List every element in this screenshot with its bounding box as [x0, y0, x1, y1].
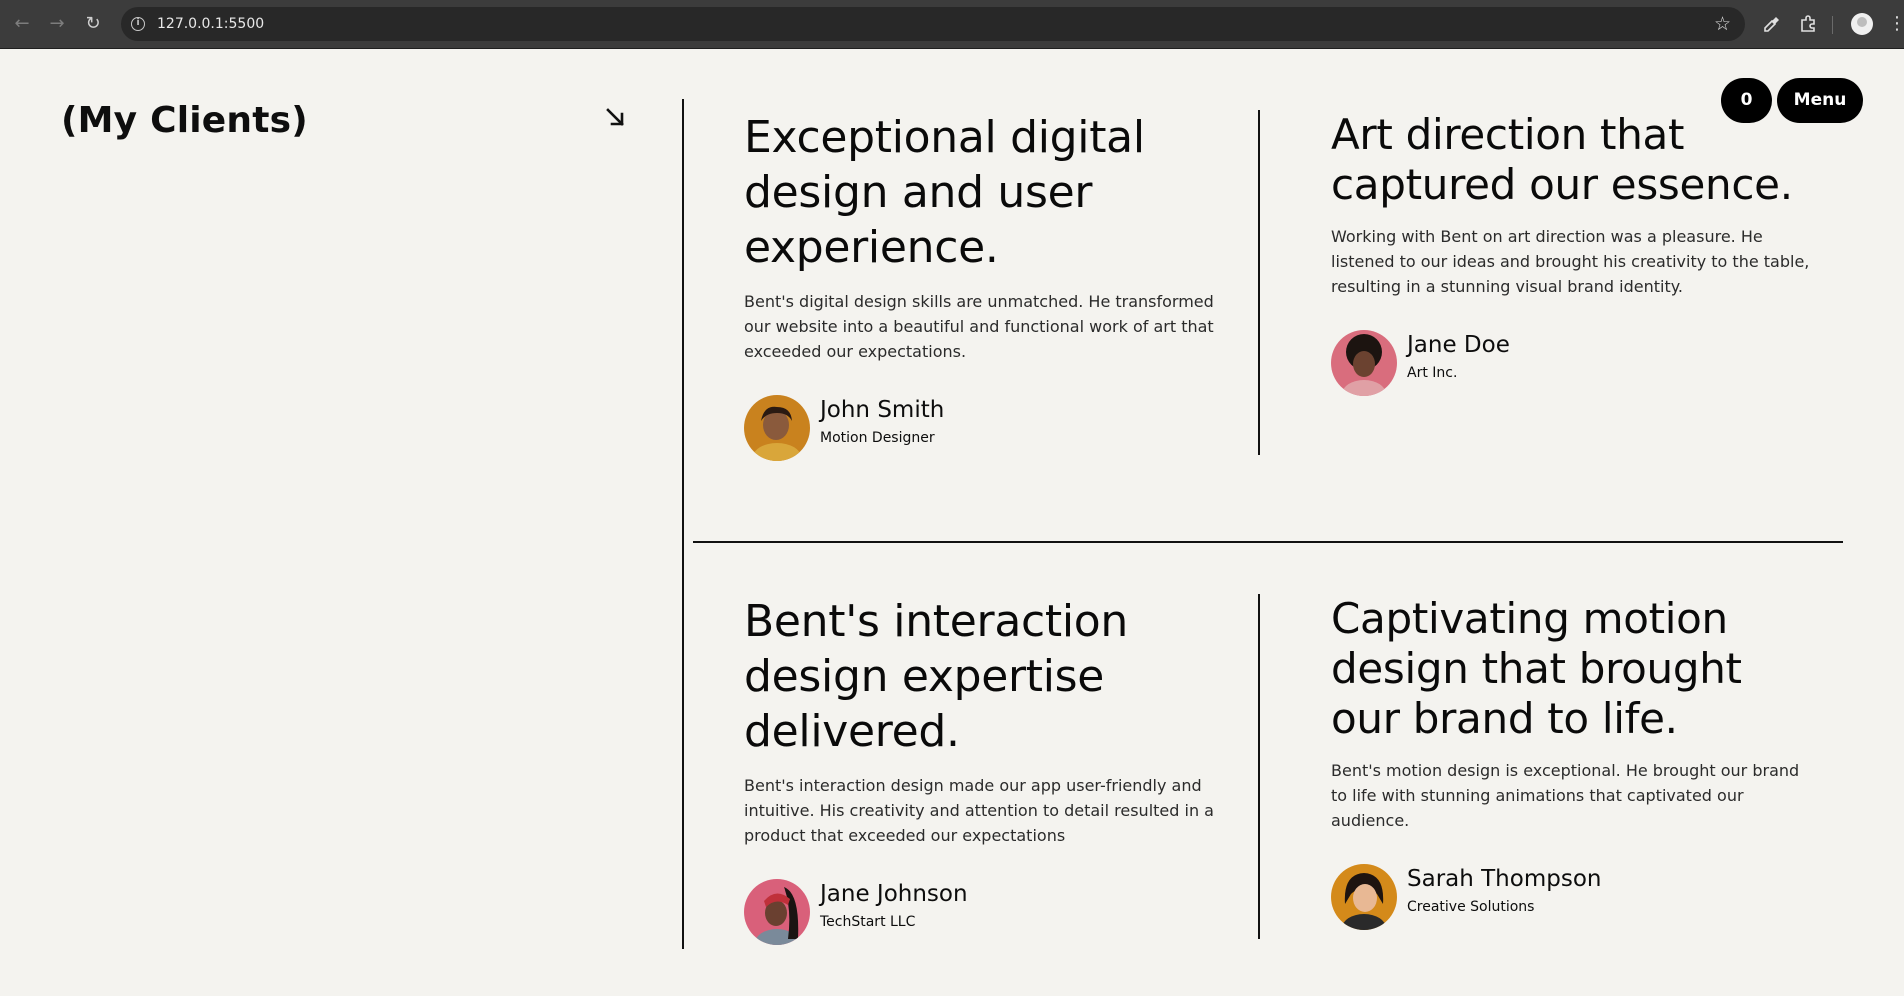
- testimonials-page: (My Clients) 0 Menu Exceptional digital …: [0, 50, 1904, 996]
- author-name: John Smith: [820, 397, 945, 423]
- testimonial-headline: Exceptional digital design and user expe…: [744, 112, 1145, 273]
- divider-vertical-top: [1258, 110, 1260, 455]
- avatar: [1331, 330, 1397, 396]
- toolbar-divider: [1832, 16, 1833, 34]
- section-title: (My Clients): [61, 100, 308, 141]
- arrow-right-icon[interactable]: →: [45, 12, 69, 36]
- author-role: Motion Designer: [820, 430, 935, 446]
- avatar: [744, 879, 810, 945]
- testimonial-card: Art direction that captured our essence.…: [1331, 110, 1831, 396]
- divider-vertical-bottom: [1258, 594, 1260, 939]
- divider-vertical-left: [682, 99, 684, 949]
- arrow-left-icon[interactable]: ←: [10, 12, 34, 36]
- puzzle-icon[interactable]: [1796, 12, 1820, 36]
- star-icon[interactable]: ☆: [1714, 13, 1731, 35]
- browser-toolbar: ← → ↻ i 127.0.0.1:5500 ☆ ⋮: [0, 0, 1904, 49]
- author-name: Jane Doe: [1407, 332, 1510, 358]
- author-role: Creative Solutions: [1407, 899, 1535, 915]
- testimonial-card: Captivating motion design that brought o…: [1331, 594, 1831, 930]
- reload-icon[interactable]: ↻: [81, 12, 105, 36]
- testimonial-headline: Bent's interaction design expertise deli…: [744, 596, 1128, 757]
- testimonial-quote: Bent's digital design skills are unmatch…: [744, 292, 1214, 361]
- eyedropper-icon[interactable]: [1760, 12, 1784, 36]
- author-name: Sarah Thompson: [1407, 866, 1602, 892]
- testimonial-quote: Bent's motion design is exceptional. He …: [1331, 761, 1800, 830]
- kebab-icon[interactable]: ⋮: [1888, 12, 1904, 36]
- testimonial-card: Exceptional digital design and user expe…: [744, 110, 1244, 461]
- arrow-down-right-icon: [606, 108, 624, 126]
- testimonial-author: Jane Johnson TechStart LLC: [744, 879, 1244, 945]
- testimonial-author: Jane Doe Art Inc.: [1331, 330, 1831, 396]
- info-icon[interactable]: i: [131, 17, 145, 31]
- avatar: [1331, 864, 1397, 930]
- divider-horizontal: [693, 541, 1843, 543]
- testimonial-card: Bent's interaction design expertise deli…: [744, 594, 1244, 945]
- author-role: TechStart LLC: [820, 914, 916, 930]
- author-name: Jane Johnson: [820, 881, 968, 907]
- testimonial-author: Sarah Thompson Creative Solutions: [1331, 864, 1831, 930]
- avatar: [744, 395, 810, 461]
- testimonial-headline: Art direction that captured our essence.: [1331, 110, 1793, 209]
- address-bar[interactable]: i 127.0.0.1:5500 ☆: [121, 7, 1745, 41]
- testimonial-author: John Smith Motion Designer: [744, 395, 1244, 461]
- testimonial-headline: Captivating motion design that brought o…: [1331, 594, 1742, 743]
- author-role: Art Inc.: [1407, 365, 1458, 381]
- testimonial-quote: Bent's interaction design made our app u…: [744, 776, 1214, 845]
- url-text[interactable]: 127.0.0.1:5500: [157, 15, 264, 33]
- profile-icon[interactable]: [1851, 13, 1873, 35]
- testimonial-quote: Working with Bent on art direction was a…: [1331, 227, 1810, 296]
